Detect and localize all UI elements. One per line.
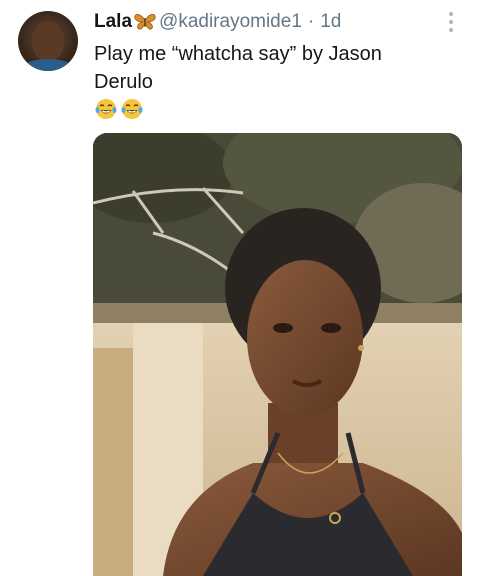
display-name[interactable]: Lala: [94, 11, 132, 33]
tweet-text: Play me “whatcha say” by Jason Derulo: [94, 43, 382, 93]
tweet-photo[interactable]: [93, 133, 462, 576]
separator-dot: ·: [307, 11, 315, 32]
laughing-tears-icon: [121, 99, 143, 119]
timestamp[interactable]: 1d: [320, 11, 341, 33]
tweet-header: Lala @kadirayomide1 · 1d: [94, 10, 341, 34]
emoji-row: [94, 97, 144, 121]
tweet[interactable]: Lala @kadirayomide1 · 1d Play me “whatch…: [0, 0, 479, 576]
more-vertical-icon[interactable]: [444, 12, 458, 32]
user-handle[interactable]: @kadirayomide1: [159, 11, 302, 33]
butterfly-icon: [134, 14, 156, 30]
laughing-tears-icon: [95, 99, 117, 119]
avatar[interactable]: [18, 11, 78, 71]
avatar-face: [32, 21, 64, 61]
photo-content: [93, 133, 462, 576]
avatar-shirt: [22, 59, 74, 71]
